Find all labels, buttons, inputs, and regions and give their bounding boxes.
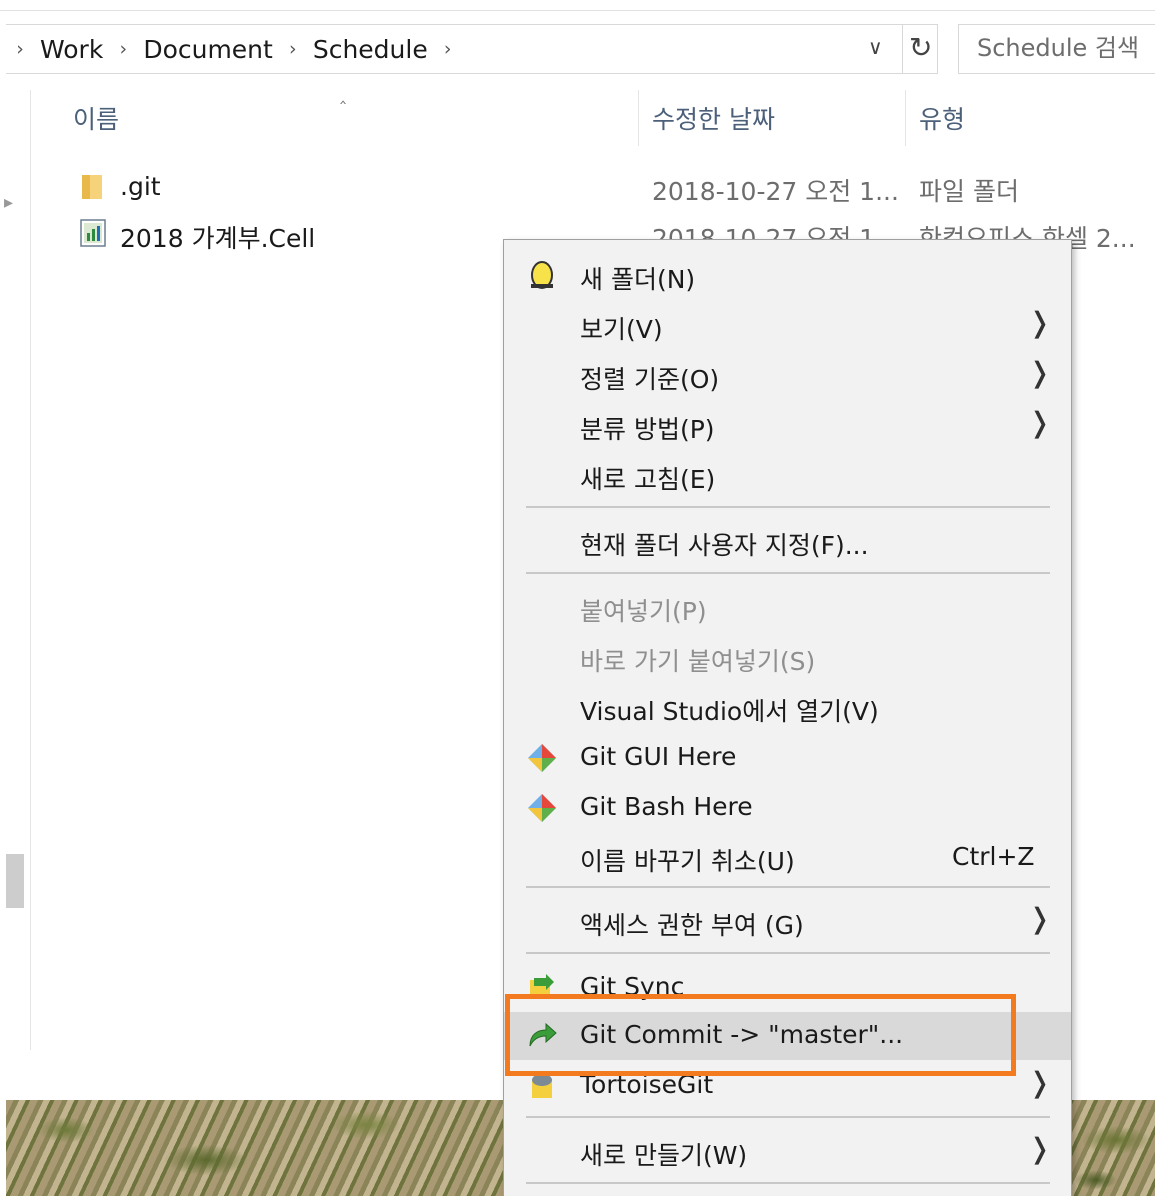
file-name: 2018 가계부.Cell bbox=[120, 224, 316, 253]
toolbar-divider bbox=[0, 10, 1155, 11]
chevron-right-icon[interactable]: › bbox=[279, 38, 307, 60]
search-box[interactable] bbox=[958, 24, 1155, 74]
breadcrumb-item-work[interactable]: Work bbox=[34, 35, 109, 64]
menu-item-paste-shortcut: 바로 가기 붙여넣기(S) bbox=[504, 634, 1071, 682]
chevron-right-icon: ❭ bbox=[1028, 1132, 1052, 1165]
file-row[interactable]: .git 2018-10-27 오전 1... 파일 폴더 bbox=[40, 166, 1155, 210]
menu-item-shortcut: Ctrl+Z bbox=[952, 842, 1035, 871]
chevron-right-icon[interactable]: › bbox=[6, 38, 34, 60]
menu-item-new[interactable]: 새로 만들기(W) ❭ bbox=[504, 1128, 1071, 1176]
search-input[interactable] bbox=[959, 25, 1149, 71]
column-header-name[interactable]: 이름 bbox=[73, 100, 119, 136]
menu-item-open-in-visual-studio[interactable]: Visual Studio에서 열기(V) bbox=[504, 684, 1071, 732]
chevron-right-icon: ❭ bbox=[1028, 406, 1052, 439]
menu-item-git-bash-here[interactable]: Git Bash Here bbox=[504, 784, 1071, 832]
file-modified: 2018-10-27 오전 1... bbox=[652, 177, 899, 206]
menu-item-label: Visual Studio에서 열기(V) bbox=[580, 697, 879, 726]
chevron-right-icon[interactable]: › bbox=[434, 38, 462, 60]
menu-item-label: 새 폴더(N) bbox=[580, 265, 696, 294]
file-type: 파일 폴더 bbox=[919, 177, 1019, 206]
address-bar[interactable]: › Work › Document › Schedule › ∨ ↻ bbox=[6, 24, 938, 74]
menu-item-sort-by[interactable]: 정렬 기준(O) ❭ bbox=[504, 352, 1071, 400]
highlight-annotation-box bbox=[505, 994, 1016, 1076]
menu-item-label: 보기(V) bbox=[580, 315, 663, 344]
menu-item-give-access[interactable]: 액세스 권한 부여 (G) ❭ bbox=[504, 898, 1071, 946]
nav-scrollbar[interactable] bbox=[6, 854, 24, 908]
menu-item-git-gui-here[interactable]: Git GUI Here bbox=[504, 734, 1071, 782]
menu-item-label: 새로 고침(E) bbox=[580, 465, 716, 494]
menu-item-paste: 붙여넣기(P) bbox=[504, 584, 1071, 632]
git-bash-icon bbox=[528, 794, 556, 822]
menu-item-undo-rename[interactable]: 이름 바꾸기 취소(U) Ctrl+Z bbox=[504, 834, 1071, 882]
sort-ascending-icon: ‸ bbox=[340, 84, 347, 105]
menu-item-new-folder[interactable]: 새 폴더(N) bbox=[504, 252, 1071, 300]
folder-icon bbox=[82, 175, 102, 199]
menu-item-label: 붙여넣기(P) bbox=[580, 597, 707, 626]
breadcrumb: › Work › Document › Schedule › bbox=[6, 25, 462, 73]
chevron-right-icon: ❭ bbox=[1028, 356, 1052, 389]
nav-pane-border bbox=[30, 90, 31, 1050]
menu-item-label: 현재 폴더 사용자 지정(F)... bbox=[580, 531, 869, 560]
menu-item-label: Git Bash Here bbox=[580, 792, 753, 821]
new-folder-icon bbox=[531, 261, 553, 289]
chevron-down-icon[interactable]: ∨ bbox=[868, 35, 883, 59]
git-gui-icon bbox=[528, 744, 556, 772]
column-divider[interactable] bbox=[905, 90, 906, 146]
refresh-icon[interactable]: ↻ bbox=[909, 31, 932, 64]
menu-item-label: 분류 방법(P) bbox=[580, 415, 715, 444]
address-divider bbox=[902, 25, 903, 73]
menu-item-label: 이름 바꾸기 취소(U) bbox=[580, 847, 795, 876]
breadcrumb-item-schedule[interactable]: Schedule bbox=[307, 35, 434, 64]
menu-separator bbox=[526, 952, 1050, 954]
breadcrumb-item-document[interactable]: Document bbox=[137, 35, 279, 64]
menu-item-label: 새로 만들기(W) bbox=[580, 1141, 748, 1170]
column-header-modified[interactable]: 수정한 날짜 bbox=[652, 100, 775, 136]
menu-separator bbox=[526, 886, 1050, 888]
chevron-right-icon: ❭ bbox=[1028, 1066, 1052, 1099]
menu-separator bbox=[526, 1182, 1050, 1184]
menu-item-view[interactable]: 보기(V) ❭ bbox=[504, 302, 1071, 350]
menu-item-group-by[interactable]: 분류 방법(P) ❭ bbox=[504, 402, 1071, 450]
menu-item-refresh[interactable]: 새로 고침(E) bbox=[504, 452, 1071, 500]
column-divider[interactable] bbox=[638, 90, 639, 146]
explorer-window: › Work › Document › Schedule › ∨ ↻ ▸ ‸ 이… bbox=[0, 0, 1155, 1196]
file-name: .git bbox=[120, 172, 161, 201]
chevron-right-icon: ❭ bbox=[1028, 306, 1052, 339]
spreadsheet-icon bbox=[80, 219, 106, 247]
menu-separator bbox=[526, 506, 1050, 508]
menu-separator bbox=[526, 1116, 1050, 1118]
menu-item-label: 바로 가기 붙여넣기(S) bbox=[580, 647, 816, 676]
menu-item-label: 정렬 기준(O) bbox=[580, 365, 720, 394]
nav-pin-icon[interactable]: ▸ bbox=[4, 192, 13, 213]
column-header-type[interactable]: 유형 bbox=[919, 100, 965, 136]
menu-item-customize-folder[interactable]: 현재 폴더 사용자 지정(F)... bbox=[504, 518, 1071, 566]
menu-item-label: 액세스 권한 부여 (G) bbox=[580, 911, 804, 940]
menu-item-label: Git GUI Here bbox=[580, 742, 737, 771]
chevron-right-icon: ❭ bbox=[1028, 902, 1052, 935]
chevron-right-icon[interactable]: › bbox=[109, 38, 137, 60]
menu-separator bbox=[526, 572, 1050, 574]
